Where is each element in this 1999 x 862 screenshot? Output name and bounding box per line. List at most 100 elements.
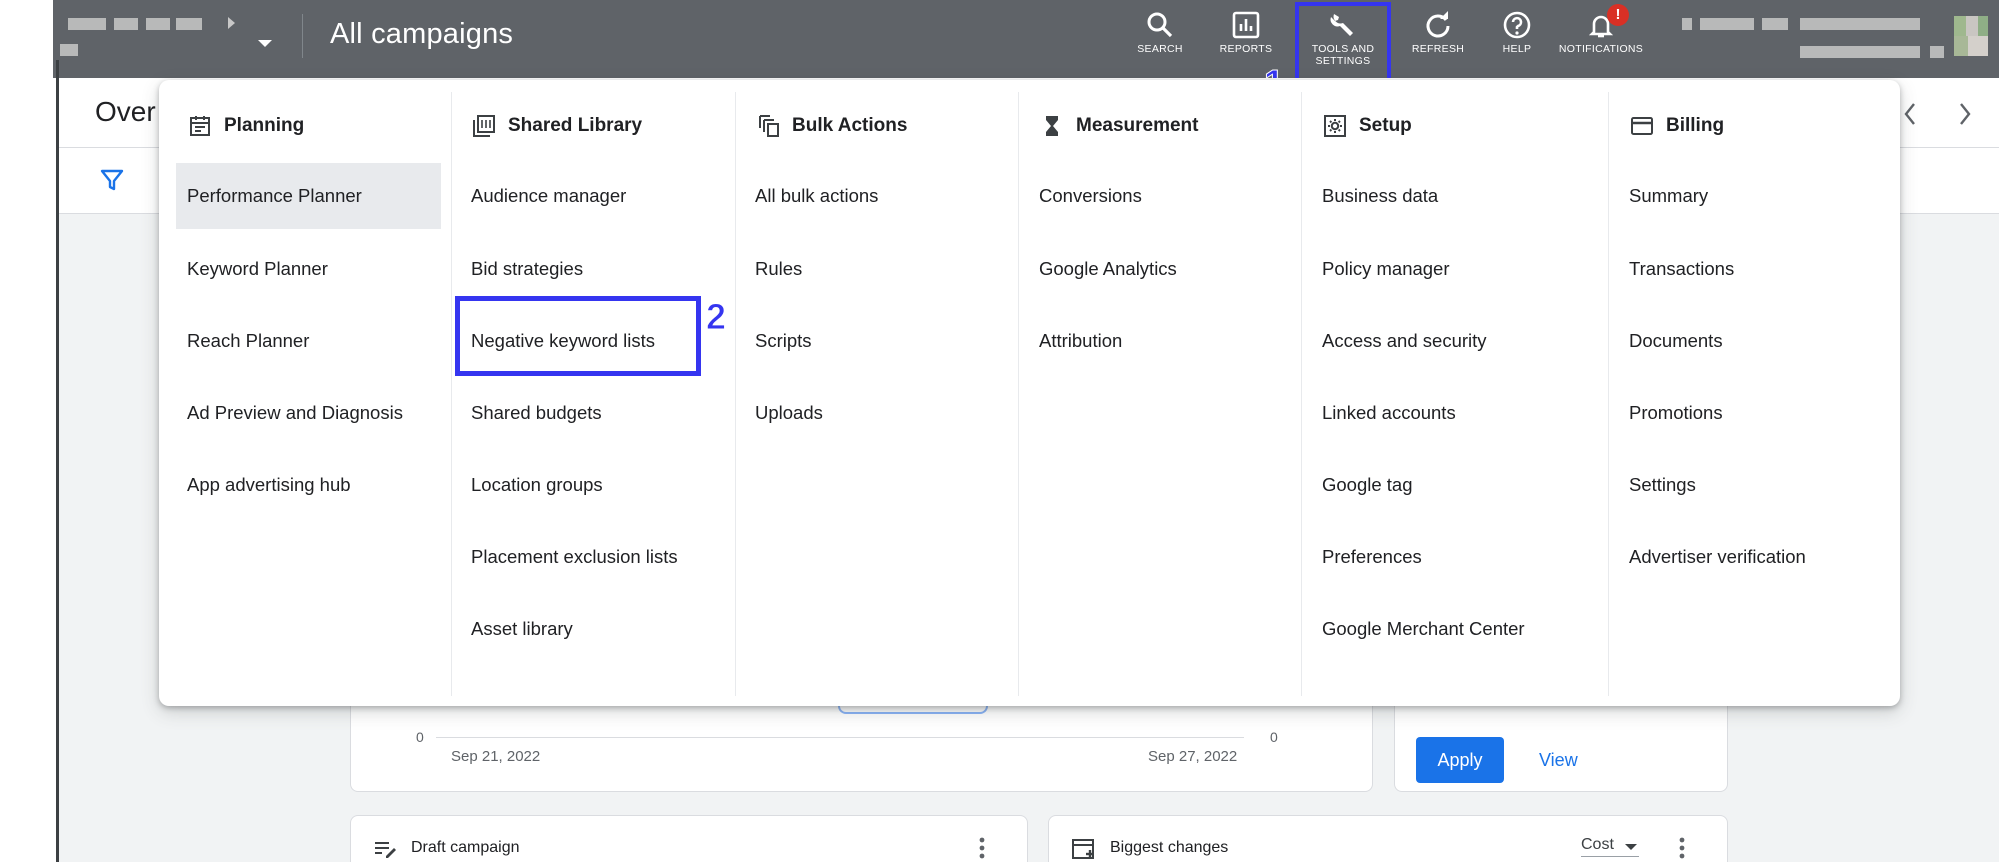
biggest-changes-title: Biggest changes xyxy=(1110,839,1229,856)
refresh-tool-button[interactable]: REFRESH xyxy=(1410,8,1466,68)
refresh-icon xyxy=(1426,11,1450,38)
apply-button[interactable]: Apply xyxy=(1416,737,1504,783)
account-name-redacted xyxy=(114,18,138,30)
column-divider xyxy=(451,92,452,696)
menu-item-google-tag[interactable]: Google tag xyxy=(1322,471,1413,499)
topbar-divider xyxy=(302,14,303,58)
menu-item-app-advertising-hub[interactable]: App advertising hub xyxy=(187,471,351,499)
left-gutter xyxy=(0,0,56,862)
menu-item-rules[interactable]: Rules xyxy=(755,255,802,283)
user-info-redacted xyxy=(1700,18,1754,30)
account-arrow-icon xyxy=(228,17,235,29)
chevron-left-icon[interactable] xyxy=(1900,100,1920,128)
account-name-redacted xyxy=(176,18,202,30)
menu-item-shared-budgets[interactable]: Shared budgets xyxy=(471,399,602,427)
hourglass-icon xyxy=(1046,116,1058,136)
menu-item-policy-manager[interactable]: Policy manager xyxy=(1322,255,1450,283)
search-tool-button[interactable]: SEARCH xyxy=(1130,8,1190,68)
menu-item-settings[interactable]: Settings xyxy=(1629,471,1696,499)
account-dropdown-caret[interactable] xyxy=(258,40,272,47)
menu-item-keyword-planner[interactable]: Keyword Planner xyxy=(187,255,328,283)
menu-item-google-analytics[interactable]: Google Analytics xyxy=(1039,255,1177,283)
search-tool-label: SEARCH xyxy=(1137,43,1183,55)
user-info-redacted xyxy=(1800,46,1920,58)
sort-dropdown[interactable]: Cost xyxy=(1581,836,1614,854)
more-options-icon[interactable] xyxy=(978,836,986,860)
menu-item-advertiser-verification[interactable]: Advertiser verification xyxy=(1629,543,1806,571)
edit-notes-icon xyxy=(375,842,396,858)
notifications-tool-button[interactable]: NOTIFICATIONS xyxy=(1556,8,1646,68)
billing-heading: Billing xyxy=(1630,112,1724,140)
menu-item-preferences[interactable]: Preferences xyxy=(1322,543,1422,571)
avatar[interactable] xyxy=(1954,16,1988,56)
account-name-redacted xyxy=(60,44,78,56)
refresh-tool-label: REFRESH xyxy=(1411,43,1465,55)
setup-heading: Setup xyxy=(1323,112,1412,140)
setup-heading-label: Setup xyxy=(1359,115,1412,136)
calendar-icon xyxy=(190,116,210,136)
library-icon xyxy=(473,115,495,137)
menu-item-all-bulk-actions[interactable]: All bulk actions xyxy=(755,182,878,210)
search-icon xyxy=(1147,12,1173,38)
page-title: All campaigns xyxy=(330,18,514,50)
notification-badge: ! xyxy=(1607,4,1629,26)
menu-item-location-groups[interactable]: Location groups xyxy=(471,471,603,499)
tools-highlight-box xyxy=(1295,2,1391,90)
menu-item-summary[interactable]: Summary xyxy=(1629,182,1708,210)
menu-item-uploads[interactable]: Uploads xyxy=(755,399,823,427)
screen: { "topbar": { "title": "All campaigns", … xyxy=(0,0,1999,862)
menu-item-attribution[interactable]: Attribution xyxy=(1039,327,1122,355)
column-divider xyxy=(1018,92,1019,696)
help-icon xyxy=(1503,11,1531,39)
reports-icon xyxy=(1232,11,1260,39)
shared-library-heading: Shared Library xyxy=(472,112,642,140)
right-axis-zero: 0 xyxy=(1270,729,1278,745)
menu-item-ad-preview[interactable]: Ad Preview and Diagnosis xyxy=(187,399,403,427)
negative-keyword-highlight-box xyxy=(455,296,701,376)
menu-item-transactions[interactable]: Transactions xyxy=(1629,255,1734,283)
user-info-redacted xyxy=(1762,18,1788,30)
menu-item-asset-library[interactable]: Asset library xyxy=(471,615,573,643)
user-info-redacted xyxy=(1930,46,1944,58)
column-divider xyxy=(1301,92,1302,696)
menu-item-conversions[interactable]: Conversions xyxy=(1039,182,1142,210)
help-tool-button[interactable]: HELP xyxy=(1494,8,1540,68)
menu-item-business-data[interactable]: Business data xyxy=(1322,182,1438,210)
overview-title: Over xyxy=(95,96,156,127)
menu-item-promotions[interactable]: Promotions xyxy=(1629,399,1723,427)
shared-library-heading-label: Shared Library xyxy=(508,115,643,136)
menu-item-documents[interactable]: Documents xyxy=(1629,327,1723,355)
menu-item-reach-planner[interactable]: Reach Planner xyxy=(187,327,309,355)
credit-card-icon xyxy=(1631,117,1653,135)
bulk-actions-heading: Bulk Actions xyxy=(756,112,907,140)
copy-icon xyxy=(759,115,779,137)
user-info-redacted xyxy=(1682,18,1692,30)
step-2-marker: 2 xyxy=(705,296,727,338)
menu-item-scripts[interactable]: Scripts xyxy=(755,327,812,355)
filter-icon[interactable] xyxy=(100,168,124,192)
menu-item-placement-exclusion-lists[interactable]: Placement exclusion lists xyxy=(471,543,678,571)
sort-underline xyxy=(1581,856,1639,857)
menu-item-google-merchant-center[interactable]: Google Merchant Center xyxy=(1322,615,1525,643)
menu-item-linked-accounts[interactable]: Linked accounts xyxy=(1322,399,1456,427)
notifications-tool-label: NOTIFICATIONS xyxy=(1558,43,1644,55)
reports-tool-button[interactable]: REPORTS xyxy=(1215,8,1277,68)
chart-start-date: Sep 21, 2022 xyxy=(451,748,541,765)
account-name-redacted xyxy=(68,18,106,30)
chart-end-date: Sep 27, 2022 xyxy=(1148,748,1238,765)
chevron-right-icon[interactable] xyxy=(1955,100,1975,128)
bulk-actions-heading-label: Bulk Actions xyxy=(792,115,908,136)
billing-heading-label: Billing xyxy=(1666,115,1725,136)
left-axis-zero: 0 xyxy=(416,729,424,745)
menu-item-audience-manager[interactable]: Audience manager xyxy=(471,182,626,210)
planning-heading: Planning xyxy=(188,112,304,140)
gear-box-icon xyxy=(1324,115,1346,137)
menu-item-performance-planner[interactable]: Performance Planner xyxy=(187,182,362,210)
user-info-redacted xyxy=(1800,18,1920,30)
menu-item-access-and-security[interactable]: Access and security xyxy=(1322,327,1487,355)
more-options-icon[interactable] xyxy=(1678,836,1686,860)
chart-baseline xyxy=(436,737,1244,738)
view-link[interactable]: View xyxy=(1539,750,1578,771)
menu-item-bid-strategies[interactable]: Bid strategies xyxy=(471,255,583,283)
account-name-redacted xyxy=(146,18,170,30)
